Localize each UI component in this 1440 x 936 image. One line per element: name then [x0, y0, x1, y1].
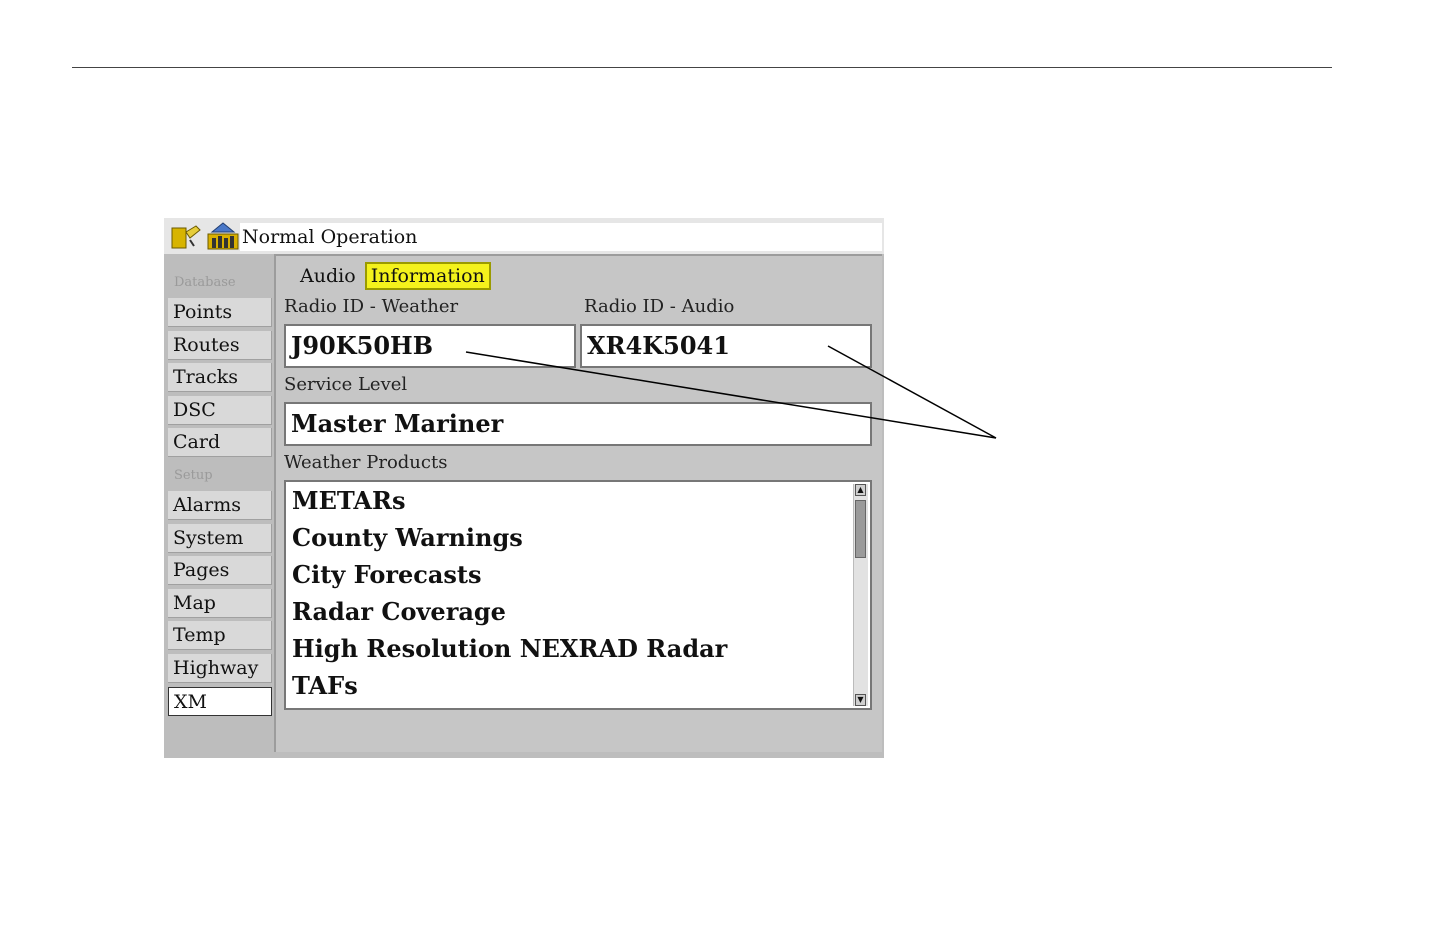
sidebar-item-temp[interactable]: Temp	[168, 621, 272, 651]
radio-id-audio-label: Radio ID - Audio	[584, 296, 735, 317]
page-header-rule	[72, 67, 1332, 68]
list-item[interactable]: METARs	[292, 486, 405, 515]
scroll-down-icon[interactable]: ▼	[855, 694, 866, 706]
weather-products-list[interactable]: METARs County Warnings City Forecasts Ra…	[284, 480, 872, 710]
radio-id-audio-field[interactable]: XR4K5041	[580, 324, 872, 368]
service-level-label: Service Level	[284, 374, 408, 395]
sidebar-heading-setup: Setup	[174, 467, 213, 483]
tab-audio[interactable]: Audio	[296, 262, 360, 290]
sidebar-item-pages[interactable]: Pages	[168, 556, 272, 586]
tab-information[interactable]: Information	[364, 262, 491, 290]
list-item[interactable]: Radar Coverage	[292, 597, 506, 626]
list-scrollbar[interactable]: ▲ ▼	[853, 484, 868, 706]
weather-products-label: Weather Products	[284, 452, 448, 473]
title-icons	[170, 222, 240, 250]
list-item[interactable]: High Resolution NEXRAD Radar	[292, 634, 727, 663]
sidebar-heading-database: Database	[174, 275, 236, 290]
signal-bars-icon	[207, 222, 239, 250]
list-item[interactable]: City Forecasts	[292, 560, 482, 589]
sidebar-item-alarms[interactable]: Alarms	[168, 490, 272, 520]
scroll-thumb[interactable]	[855, 500, 866, 558]
sidebar-item-card[interactable]: Card	[168, 428, 272, 458]
status-text: Normal Operation	[240, 223, 882, 251]
sidebar-item-system[interactable]: System	[168, 523, 272, 553]
sidebar-item-highway[interactable]: Highway	[168, 653, 272, 683]
sidebar-item-map[interactable]: Map	[168, 588, 272, 618]
sidebar: Database Points Routes Tracks DSC Card S…	[168, 268, 272, 719]
service-level-field[interactable]: Master Mariner	[284, 402, 872, 446]
sidebar-item-tracks[interactable]: Tracks	[168, 363, 272, 393]
sidebar-item-points[interactable]: Points	[168, 298, 272, 327]
sidebar-item-routes[interactable]: Routes	[168, 330, 272, 360]
sidebar-item-dsc[interactable]: DSC	[168, 395, 272, 425]
radio-id-weather-field[interactable]: J90K50HB	[284, 324, 576, 368]
scroll-up-icon[interactable]: ▲	[855, 484, 866, 496]
sidebar-item-xm[interactable]: XM	[168, 686, 272, 716]
radio-id-weather-label: Radio ID - Weather	[284, 296, 459, 317]
list-item[interactable]: TAFs	[292, 671, 358, 700]
list-item[interactable]: County Warnings	[292, 523, 523, 552]
tab-bar: Audio Information	[296, 262, 491, 292]
title-bar: Normal Operation	[164, 218, 884, 254]
gps-screen: Normal Operation Database Points Routes …	[164, 218, 884, 758]
